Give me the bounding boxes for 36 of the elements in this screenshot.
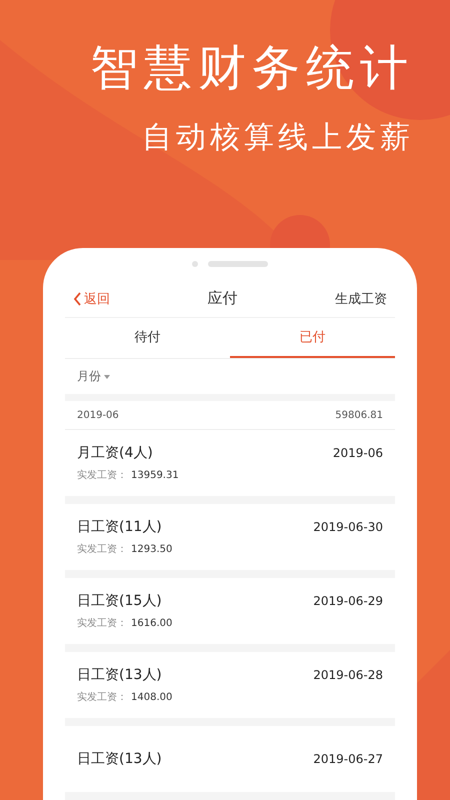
headline: 智慧财务统计 bbox=[90, 39, 414, 98]
payroll-card[interactable]: 月工资(4人) 2019-06 实发工资： 13959.31 bbox=[65, 430, 395, 496]
amount-value: 13959.31 bbox=[131, 470, 179, 481]
amount-value: 1293.50 bbox=[131, 544, 172, 555]
speaker-icon bbox=[208, 261, 268, 267]
camera-icon bbox=[192, 261, 198, 267]
amount-value: 1616.00 bbox=[131, 618, 172, 629]
generate-payroll-button[interactable]: 生成工资 bbox=[335, 290, 387, 308]
amount-label: 实发工资： bbox=[77, 616, 127, 630]
record-date: 2019-06-29 bbox=[313, 594, 383, 608]
summary-period: 2019-06 bbox=[77, 410, 119, 420]
record-title: 日工资(11人) bbox=[77, 518, 162, 536]
record-title: 月工资(4人) bbox=[77, 444, 153, 462]
subheadline: 自动核算线上发薪 bbox=[142, 119, 414, 157]
summary-total: 59806.81 bbox=[335, 410, 383, 420]
record-title: 日工资(13人) bbox=[77, 666, 162, 684]
amount-label: 实发工资： bbox=[77, 690, 127, 704]
record-date: 2019-06 bbox=[332, 446, 383, 460]
chevron-left-icon bbox=[73, 292, 82, 306]
record-title: 日工资(15人) bbox=[77, 592, 162, 610]
amount-label: 实发工资： bbox=[77, 468, 127, 482]
month-filter[interactable]: 月份 bbox=[77, 368, 110, 385]
payroll-card[interactable]: 日工资(13人) 2019-06-28 实发工资： 1408.00 bbox=[65, 652, 395, 718]
caret-icon bbox=[104, 374, 110, 378]
payroll-card[interactable]: 日工资(15人) 2019-06-29 实发工资： 1616.00 bbox=[65, 578, 395, 644]
page-title: 应付 bbox=[208, 289, 238, 308]
tab[interactable]: 待付 bbox=[65, 318, 230, 358]
record-date: 2019-06-28 bbox=[313, 668, 383, 682]
record-date: 2019-06-27 bbox=[313, 752, 383, 766]
amount-value: 1408.00 bbox=[131, 692, 172, 703]
back-button[interactable]: 返回 bbox=[73, 290, 110, 308]
payroll-card[interactable]: 日工资(13人) 2019-06-27 bbox=[65, 726, 395, 792]
amount-label: 实发工资： bbox=[77, 542, 127, 556]
record-date: 2019-06-30 bbox=[313, 520, 383, 534]
payroll-card[interactable]: 日工资(11人) 2019-06-30 实发工资： 1293.50 bbox=[65, 504, 395, 570]
record-title: 日工资(13人) bbox=[77, 750, 162, 768]
